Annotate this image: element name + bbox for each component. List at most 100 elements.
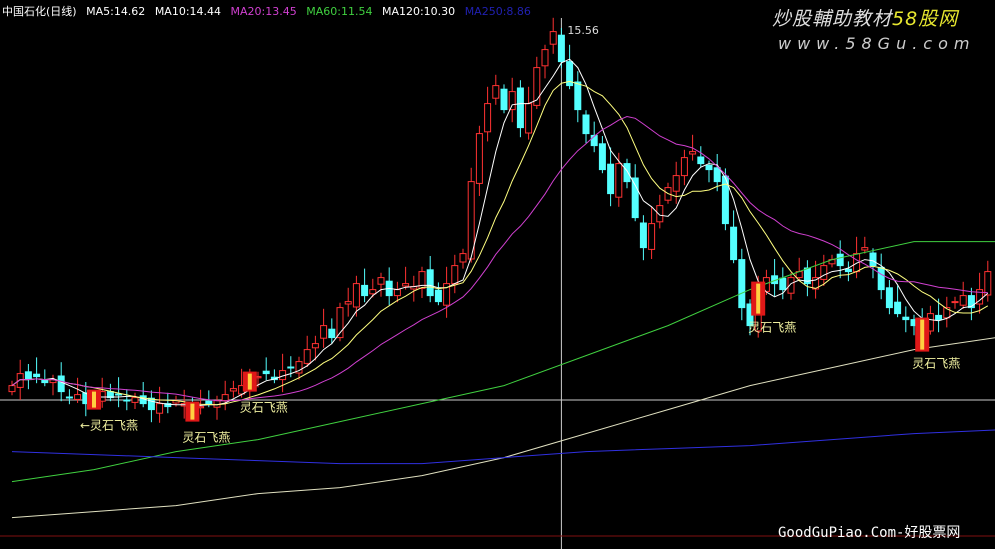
candle-down [902, 316, 910, 321]
candle-up [16, 373, 24, 388]
candle-up [402, 283, 410, 287]
candle-up [377, 277, 385, 285]
signal-marker-core [92, 391, 96, 408]
signal-marker-core [247, 373, 252, 390]
ma60-line [11, 241, 995, 483]
candle-down [426, 269, 434, 297]
candle-down [836, 253, 844, 267]
ma120-line [11, 337, 995, 519]
watermark-url: www.58Gu.com [778, 34, 976, 53]
candle-up [451, 265, 459, 285]
signal-marker-core [190, 403, 195, 420]
watermark-brand: 58股网 [892, 8, 959, 30]
candle-down [287, 366, 295, 369]
ma60-value: MA60:11.54 [306, 5, 373, 18]
candle-up [475, 133, 483, 184]
candle-up [508, 91, 516, 111]
candle-up [820, 265, 828, 280]
candle-up [344, 301, 352, 305]
candle-up [525, 103, 533, 134]
candle-down [516, 87, 524, 129]
candle-down [123, 399, 131, 402]
ma20-value: MA20:13.45 [230, 5, 297, 18]
candle-up [484, 103, 492, 133]
candle-down [844, 268, 852, 273]
candle-down [713, 167, 721, 183]
candle-up [492, 85, 500, 99]
candle-down [205, 400, 213, 405]
candle-up [541, 49, 549, 67]
candle-down [115, 393, 123, 396]
candle-down [885, 287, 893, 309]
watermark-bottom: GoodGuPiao.Com-好股票网 [778, 525, 961, 541]
signal-label: ←灵石飞燕 [80, 419, 138, 433]
candle-up [680, 157, 688, 177]
candle-up [221, 394, 229, 402]
signal-label: 灵石飞燕 [182, 431, 230, 445]
candle-up [648, 223, 656, 250]
candle-up [156, 403, 164, 414]
stock-chart[interactable]: 15.56 ←灵石飞燕 灵石飞燕 灵石飞燕 灵石飞燕 灵石飞燕 中国石化(日线) MA5:… [0, 0, 995, 549]
candle-down [623, 163, 631, 183]
candle-up [549, 31, 557, 45]
ma250-line [11, 429, 995, 465]
signal-label: 灵石飞燕 [748, 321, 796, 335]
candle-up [131, 397, 139, 403]
ma250-value: MA250:8.86 [464, 5, 531, 18]
candle-up [320, 325, 328, 339]
candle-down [328, 328, 336, 339]
candle-down [631, 177, 639, 219]
candle-down [639, 222, 647, 249]
signal-label: 灵石飞燕 [912, 357, 960, 371]
chart-header: 中国石化(日线) MA5:14.62 MA10:14.44 MA20:13.45… [2, 3, 537, 19]
candle-down [361, 284, 369, 297]
candle-down [24, 371, 32, 381]
candle-up [984, 271, 992, 296]
candle-down [877, 266, 885, 291]
candle-down [41, 379, 49, 384]
candle-down [779, 277, 787, 291]
candle-up [311, 343, 319, 349]
candle-down [574, 81, 582, 111]
candle-down [607, 163, 615, 195]
candle-up [393, 289, 401, 297]
candle-down [738, 259, 746, 309]
candle-up [229, 388, 237, 392]
ma120-value: MA120:10.30 [381, 5, 456, 18]
candle-up [459, 253, 467, 263]
candle-down [57, 375, 65, 393]
candlestick-chart[interactable]: 15.56←灵石飞燕灵石飞燕灵石飞燕灵石飞燕灵石飞燕 [0, 0, 995, 549]
candle-down [730, 226, 738, 261]
candle-up [959, 295, 967, 306]
watermark-text: 炒股輔助教材 [772, 8, 893, 30]
candle-up [352, 283, 360, 308]
candle-up [615, 163, 623, 198]
watermark-logo: 炒股輔助教材58股网 [772, 4, 958, 31]
candle-down [262, 370, 270, 375]
candle-down [697, 156, 705, 165]
candle-down [65, 396, 73, 399]
ma10-line [11, 80, 989, 406]
signal-marker-core [920, 319, 925, 350]
candle-down [869, 252, 877, 267]
ma5-value: MA5:14.62 [86, 5, 146, 18]
candle-down [147, 397, 155, 411]
candle-up [8, 385, 16, 393]
candle-down [705, 164, 713, 171]
candle-down [557, 34, 565, 63]
candle-down [598, 143, 606, 171]
candle-up [74, 394, 82, 400]
candle-down [434, 289, 442, 303]
candle-down [500, 88, 508, 111]
candle-up [672, 175, 680, 192]
ma10-value: MA10:14.44 [154, 5, 222, 18]
candle-up [689, 151, 697, 155]
candle-up [861, 247, 869, 251]
candle-up [303, 349, 311, 364]
ma5-line [11, 58, 989, 406]
stock-title: 中国石化(日线) [2, 5, 77, 18]
candle-down [935, 314, 943, 321]
high-price-label: 15.56 [567, 24, 599, 37]
candle-down [33, 373, 41, 378]
candle-up [369, 289, 377, 295]
